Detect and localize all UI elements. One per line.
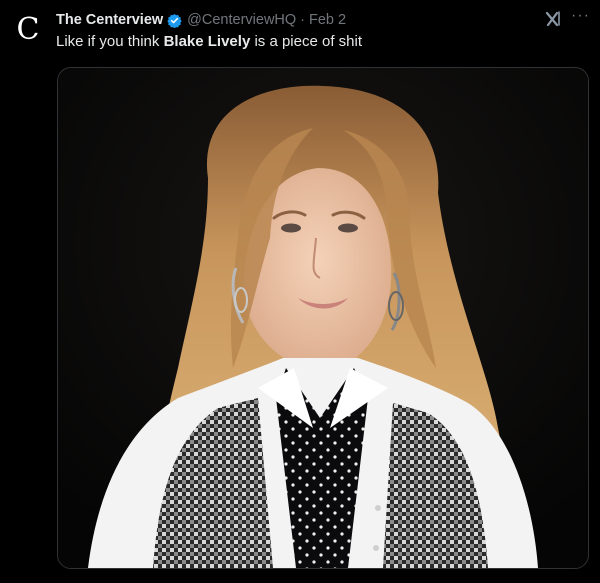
more-options-icon[interactable]: ··· <box>571 8 590 30</box>
verified-badge-icon <box>167 13 182 28</box>
tweet-text-prefix: Like if you think <box>56 33 164 50</box>
photo-illustration <box>58 68 588 568</box>
avatar[interactable]: C <box>8 10 48 50</box>
user-handle[interactable]: @CenterviewHQ <box>187 12 296 28</box>
grok-icon[interactable] <box>543 9 563 29</box>
tweet-text-bold[interactable]: Blake Lively <box>164 33 251 50</box>
tweet-header: The Centerview @CenterviewHQ · Feb 2 <box>56 9 530 31</box>
tweet-date[interactable]: Feb 2 <box>309 12 346 28</box>
separator-dot: · <box>300 12 306 28</box>
top-right-actions: ··· <box>543 8 590 30</box>
display-name[interactable]: The Centerview <box>56 12 163 28</box>
tweet-media-photo[interactable] <box>57 67 589 569</box>
tweet-text-suffix: is a piece of shit <box>250 33 363 50</box>
avatar-letter: C <box>16 12 40 47</box>
tweet-text: Like if you think Blake Lively is a piec… <box>56 33 362 50</box>
